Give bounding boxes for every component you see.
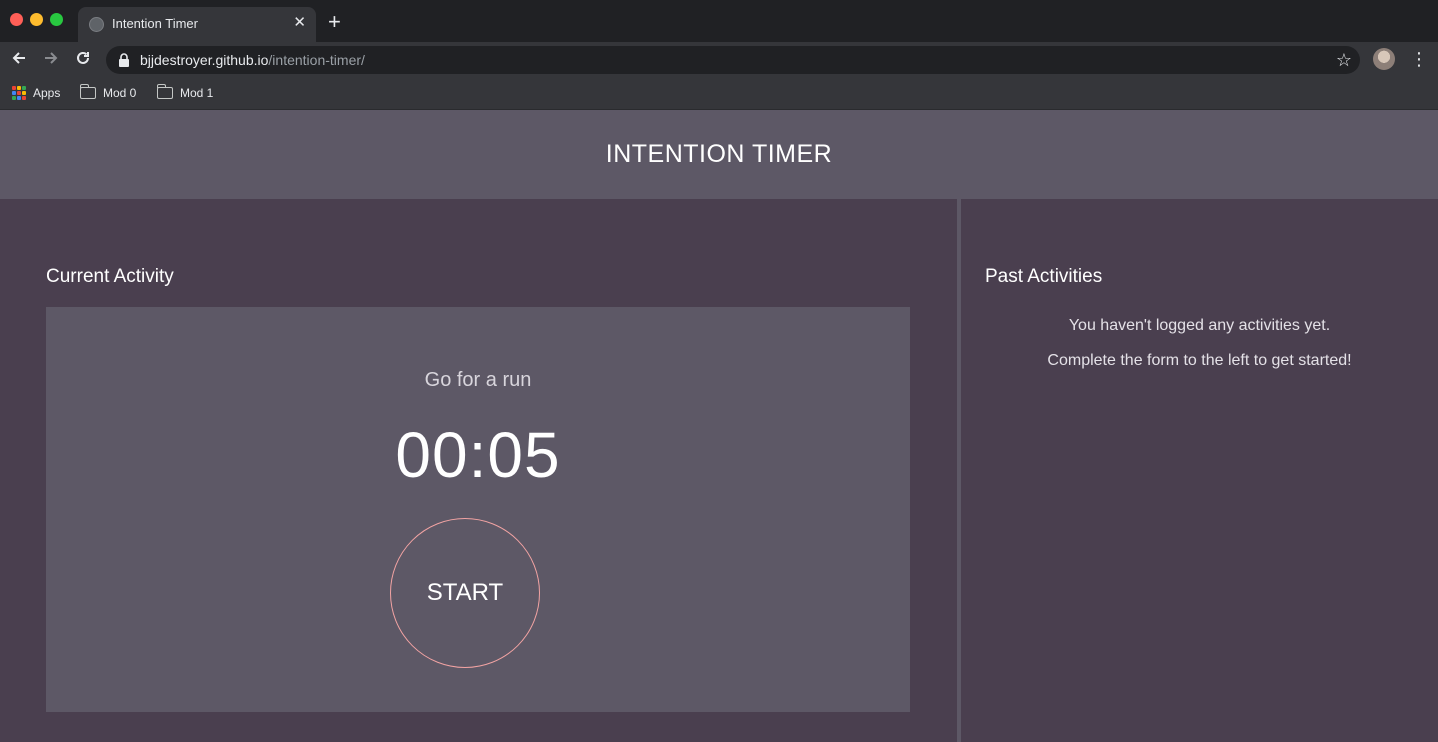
url-host: bjjdestroyer.github.io (140, 52, 269, 68)
tab-close-button[interactable]: ✕ (293, 14, 306, 32)
countdown-timer: 00:05 (395, 419, 561, 491)
lock-icon (118, 53, 130, 67)
minimize-window-button[interactable] (30, 13, 43, 26)
apps-grid-icon (12, 86, 26, 100)
new-tab-button[interactable]: + (328, 11, 341, 33)
maximize-window-button[interactable] (50, 13, 63, 26)
bookmark-mod-1[interactable]: Mod 1 (156, 83, 214, 103)
address-bar[interactable]: bjjdestroyer.github.io/intention-timer/ … (106, 46, 1360, 74)
bookmark-label: Mod 0 (103, 86, 137, 100)
profile-avatar[interactable] (1373, 48, 1395, 70)
past-activities-heading: Past Activities (985, 266, 1103, 287)
page-title: INTENTION TIMER (605, 140, 833, 168)
page-content: INTENTION TIMER Current Activity Go for … (0, 110, 1438, 742)
back-arrow-icon[interactable] (9, 49, 29, 69)
folder-icon (79, 84, 96, 99)
reload-icon[interactable] (73, 49, 93, 69)
app-header: INTENTION TIMER (0, 110, 1438, 199)
bookmarks-bar: Apps Mod 0 Mod 1 (0, 78, 1438, 110)
start-button[interactable]: START (390, 518, 540, 668)
bookmark-mod-0[interactable]: Mod 0 (79, 83, 137, 103)
browser-tab[interactable]: Intention Timer ✕ (78, 7, 316, 42)
forward-arrow-icon[interactable] (41, 49, 61, 69)
kebab-menu-icon[interactable]: ⋮ (1410, 48, 1428, 70)
bookmark-label: Mod 1 (180, 86, 214, 100)
empty-state-message: You haven't logged any activities yet. (1068, 317, 1331, 334)
folder-icon (156, 84, 173, 99)
globe-icon (89, 17, 104, 32)
timer-card: Go for a run 00:05 START (46, 307, 910, 712)
empty-state-hint: Complete the form to the left to get sta… (1047, 352, 1352, 369)
url-text: bjjdestroyer.github.io/intention-timer/ (140, 52, 365, 68)
browser-toolbar: bjjdestroyer.github.io/intention-timer/ … (0, 42, 1438, 78)
bookmark-star-icon[interactable]: ☆ (1336, 49, 1352, 71)
bookmark-label: Apps (33, 86, 61, 100)
browser-titlebar: Intention Timer ✕ + (0, 0, 1438, 42)
past-activities-panel: Past Activities You haven't logged any a… (961, 199, 1438, 742)
url-path: /intention-timer/ (268, 52, 365, 68)
bookmark-apps[interactable]: Apps (12, 83, 60, 103)
tab-title: Intention Timer (112, 16, 198, 31)
current-activity-heading: Current Activity (46, 266, 174, 287)
current-activity-panel: Current Activity Go for a run 00:05 STAR… (0, 199, 957, 742)
close-window-button[interactable] (10, 13, 23, 26)
activity-description: Go for a run (424, 369, 532, 391)
